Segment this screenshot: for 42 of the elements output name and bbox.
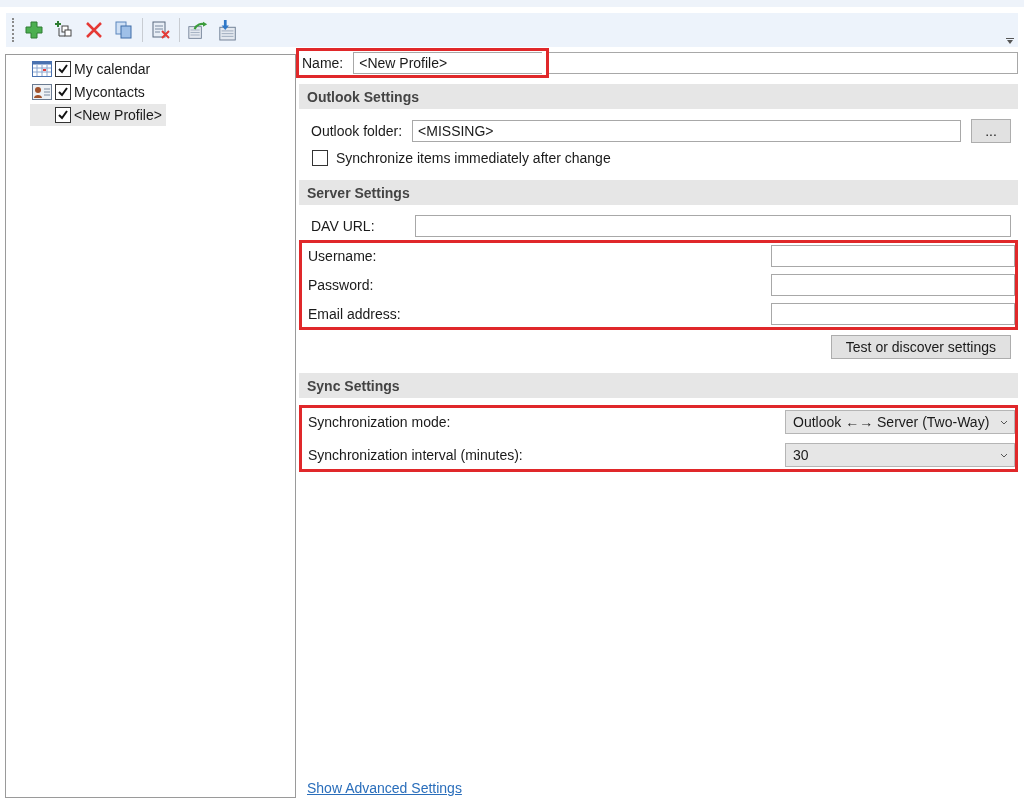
folder-label: Outlook folder: (311, 123, 403, 139)
name-field[interactable]: <New Profile> (353, 52, 542, 74)
field-label: Synchronization interval (minutes): (308, 447, 523, 463)
import-icon (218, 18, 238, 42)
tree-item[interactable]: <New Profile> (30, 104, 166, 126)
checkbox[interactable] (55, 107, 71, 123)
folder-field[interactable]: <MISSING> (412, 120, 961, 142)
chevron-down-icon (1000, 419, 1008, 425)
calendar-icon (32, 61, 52, 77)
export-icon (188, 19, 208, 41)
checkbox[interactable] (55, 61, 71, 77)
section-header: Sync Settings (299, 373, 1018, 398)
section-header: Server Settings (299, 180, 1018, 205)
name-label: Name: (302, 55, 344, 71)
field-label: Password: (308, 277, 374, 293)
tree-item[interactable]: Mycontacts (30, 81, 149, 103)
checkbox-label: Synchronize items immediately after change (336, 150, 611, 166)
checkbox[interactable] (55, 84, 71, 100)
text-field[interactable] (771, 303, 1015, 325)
checkbox[interactable] (312, 150, 328, 166)
copy-icon (114, 20, 134, 40)
advanced-settings-link[interactable]: Show Advanced Settings (307, 780, 1018, 796)
dav-url-label: DAV URL: (311, 218, 375, 234)
dropdown[interactable]: 30 (785, 443, 1015, 467)
dav-url-field[interactable] (414, 215, 1011, 237)
text-field[interactable] (771, 245, 1015, 267)
chevron-down-icon (1000, 452, 1008, 458)
plus-icon (25, 21, 43, 39)
browse-button[interactable]: ... (971, 119, 1011, 143)
field-label: Email address: (308, 306, 401, 322)
dropdown[interactable]: Outlook ←→ Server (Two-Way) (785, 410, 1015, 434)
delete-icon (85, 21, 103, 39)
add-multiple-icon (54, 20, 74, 40)
field-label: Synchronization mode: (308, 414, 451, 430)
text-field[interactable] (771, 274, 1015, 296)
tree-item[interactable]: My calendar (30, 58, 155, 80)
field-label: Username: (308, 248, 377, 264)
contact-card-icon (32, 84, 52, 100)
overflow-icon[interactable] (1006, 38, 1014, 44)
section-header: Outlook Settings (299, 84, 1018, 109)
document-delete-icon (151, 20, 171, 40)
test-settings-button[interactable]: Test or discover settings (830, 335, 1011, 359)
